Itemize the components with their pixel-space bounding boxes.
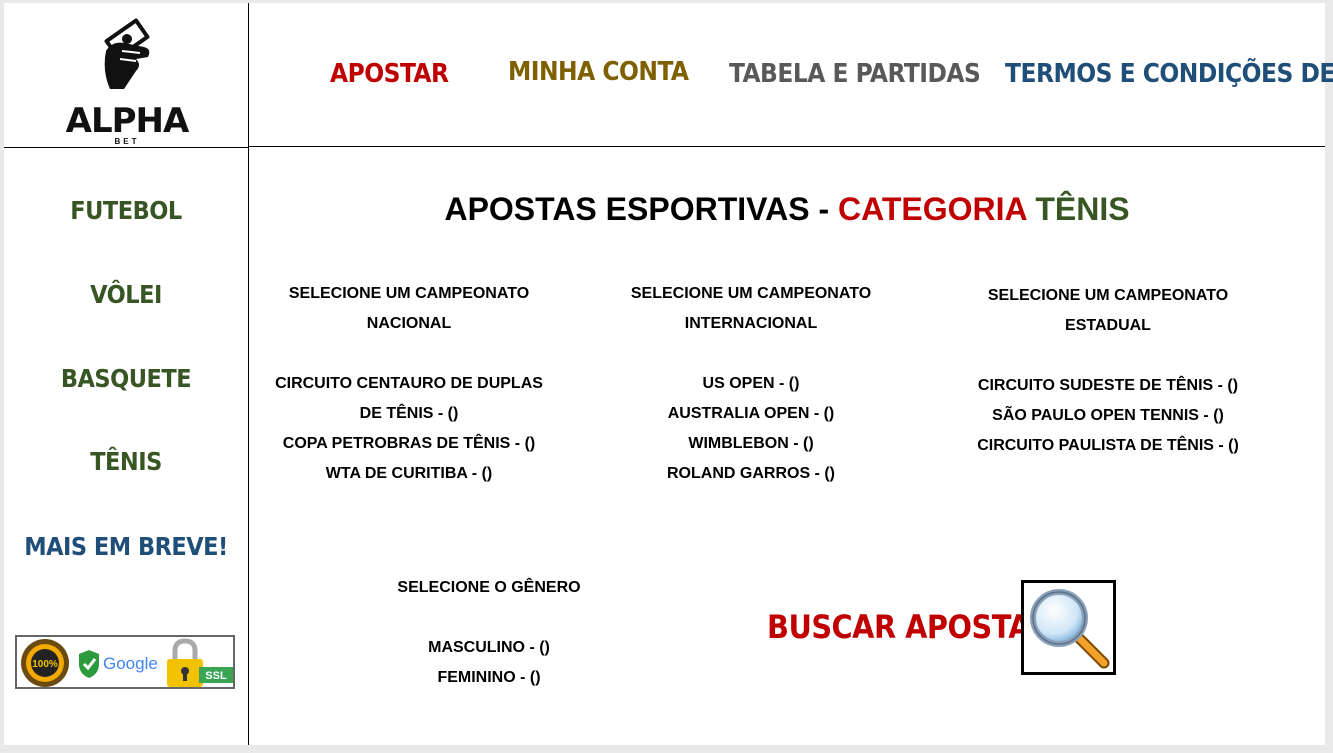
header-divider-left: [4, 147, 248, 148]
nav-minha-conta[interactable]: MINHA CONTA: [508, 57, 689, 87]
sidebar-item-volei[interactable]: VÔLEI: [4, 280, 248, 309]
badge-percent: 100%: [32, 659, 58, 670]
page-title: APOSTAS ESPORTIVAS - CATEGORIA TÊNIS: [249, 191, 1325, 228]
google-safe-icon: Google: [79, 650, 158, 678]
nav-apostar[interactable]: APOSTAR: [330, 59, 449, 89]
option-circuito-paulista[interactable]: CIRCUITO PAULISTA DE TÊNIS - (): [948, 431, 1268, 461]
security-badges: 100% Google SSL: [15, 635, 235, 689]
option-wta-curitiba[interactable]: WTA DE CURITIBA - (): [259, 459, 559, 489]
internacional-column: SELECIONE UM CAMPEONATO INTERNACIONAL US…: [601, 279, 901, 489]
option-roland-garros[interactable]: ROLAND GARROS - (): [601, 459, 901, 489]
title-part-categoria: CATEGORIA: [837, 191, 1027, 227]
page: ALPHA BET APOSTAR MINHA CONTA TABELA E P…: [4, 3, 1333, 745]
sidebar-item-mais-em-breve: MAIS EM BREVE!: [24, 532, 228, 561]
option-circuito-centauro-cont[interactable]: DE TÊNIS - (): [259, 399, 559, 429]
genero-header: SELECIONE O GÊNERO: [397, 579, 581, 596]
estadual-header-line2: ESTADUAL: [1065, 317, 1151, 334]
nacional-header-line1: SELECIONE UM CAMPEONATO: [288, 285, 530, 302]
option-wimbledon[interactable]: WIMBLEBON - (): [601, 429, 901, 459]
option-copa-petrobras[interactable]: COPA PETROBRAS DE TÊNIS - (): [259, 429, 559, 459]
nacional-header-line2: NACIONAL: [366, 315, 452, 332]
option-sao-paulo-open[interactable]: SÃO PAULO OPEN TENNIS - (): [948, 401, 1268, 431]
badge-ssl: SSL: [205, 670, 227, 682]
ssl-lock-icon: SSL: [167, 638, 233, 687]
sidebar-divider: [248, 3, 249, 745]
option-us-open[interactable]: US OPEN - (): [601, 369, 901, 399]
badge-google: Google: [103, 654, 158, 673]
option-circuito-sudeste[interactable]: CIRCUITO SUDESTE DE TÊNIS - (): [948, 371, 1268, 401]
search-button[interactable]: [1021, 580, 1116, 675]
internacional-header-line2: INTERNACIONAL: [684, 315, 818, 332]
title-part-main: APOSTAS ESPORTIVAS -: [444, 191, 838, 227]
sidebar-item-futebol[interactable]: FUTEBOL: [4, 196, 248, 225]
nav-termos-condicoes[interactable]: TERMOS E CONDIÇÕES DE USO: [1005, 59, 1333, 89]
buscar-apostas-label[interactable]: BUSCAR APOSTAS: [767, 608, 1051, 646]
alpha-bet-logo[interactable]: ALPHA BET: [62, 11, 192, 146]
title-part-tenis: TÊNIS: [1026, 191, 1130, 227]
magnifier-icon: [1030, 589, 1110, 669]
estadual-header-line1: SELECIONE UM CAMPEONATO: [987, 287, 1229, 304]
option-australia-open[interactable]: AUSTRALIA OPEN - (): [601, 399, 901, 429]
nacional-column: SELECIONE UM CAMPEONATO NACIONAL CIRCUIT…: [259, 279, 559, 489]
option-feminino[interactable]: FEMININO - (): [349, 663, 629, 693]
money-hand-icon: [104, 18, 150, 89]
genero-column: SELECIONE O GÊNERO MASCULINO - () FEMINI…: [349, 573, 629, 693]
nav-tabela-partidas[interactable]: TABELA E PARTIDAS: [729, 59, 981, 89]
internacional-header-line1: SELECIONE UM CAMPEONATO: [630, 285, 872, 302]
header-divider-right: [248, 146, 1325, 147]
option-circuito-centauro[interactable]: CIRCUITO CENTAURO DE DUPLAS: [259, 369, 559, 399]
sidebar-item-basquete[interactable]: BASQUETE: [4, 364, 248, 393]
estadual-column: SELECIONE UM CAMPEONATO ESTADUAL CIRCUIT…: [948, 281, 1268, 461]
option-masculino[interactable]: MASCULINO - (): [349, 633, 629, 663]
guarantee-seal-icon: 100%: [21, 639, 69, 687]
logo-subtitle: BET: [114, 137, 140, 146]
sidebar-item-tenis[interactable]: TÊNIS: [4, 447, 248, 476]
logo-wordmark: ALPHA: [65, 101, 190, 141]
